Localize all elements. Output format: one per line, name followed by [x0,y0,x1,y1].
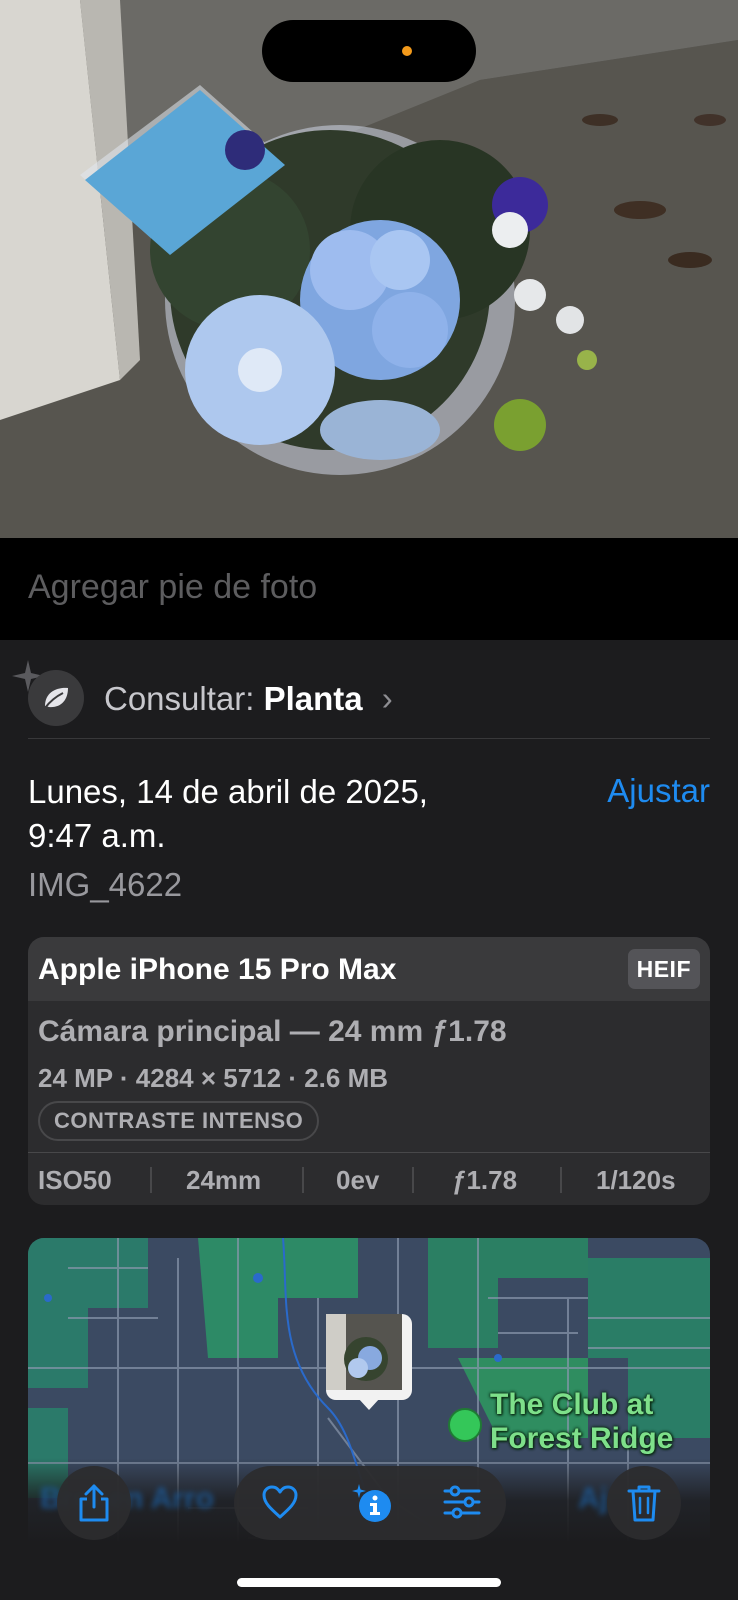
info-icon [352,1484,391,1522]
caption-input[interactable]: Agregar pie de foto [28,568,317,607]
photo-location-pin[interactable] [326,1314,412,1400]
share-button[interactable] [57,1466,131,1540]
privacy-indicator-dot [402,46,412,56]
map-label-blurred: Aj [578,1482,608,1515]
lookup-prefix: Consultar: [104,680,255,717]
delete-button[interactable] [607,1466,681,1540]
favorite-button[interactable] [242,1466,316,1540]
camera-info-card: Apple iPhone 15 Pro Max HEIF Cámara prin… [28,937,710,1205]
datetime-line2: 9:47 a.m. [28,817,166,854]
divider [302,1167,304,1193]
divider [560,1167,562,1193]
photo-datetime: Lunes, 14 de abril de 2025, 9:47 a.m. [28,770,508,858]
poi-label-line1: The Club at [490,1388,654,1421]
divider [412,1167,414,1193]
image-specs: 24 MP · 4284 × 5712 · 2.6 MB [38,1063,388,1093]
photo-view[interactable] [0,0,738,538]
exif-row: ISO50 24mm 0ev ƒ1.78 1/120s [28,1153,710,1205]
poi-label[interactable]: The Club at Forest Ridge [490,1388,673,1456]
exif-exposure: 0ev [336,1165,380,1195]
heart-icon [262,1485,298,1519]
dynamic-island [262,20,476,82]
share-icon [79,1484,109,1522]
visual-lookup-row[interactable]: Consultar: Planta › [12,660,710,726]
photographic-style-badge: CONTRASTE INTENSO [38,1101,320,1141]
trash-icon [627,1485,661,1522]
divider [28,738,710,739]
exif-aperture: ƒ1.78 [452,1165,518,1195]
home-indicator[interactable] [237,1578,501,1587]
camera-card-header: Apple iPhone 15 Pro Max HEIF [28,937,710,1001]
info-panel: Consultar: Planta › Lunes, 14 de abril d… [0,640,738,1600]
filename: IMG_4622 [28,866,183,903]
leaf-icon [28,670,84,726]
exif-shutter: 1/120s [596,1165,676,1195]
adjust-icon [443,1485,481,1519]
lookup-subject: Planta [263,680,363,717]
format-badge: HEIF [627,949,700,989]
adjust-datetime-button[interactable]: Ajustar [607,772,710,810]
exif-iso: ISO50 [38,1165,112,1195]
exif-focal-length: 24mm [186,1165,262,1195]
edit-button[interactable] [424,1466,498,1540]
lens-info: Cámara principal — 24 mm ƒ1.78 [38,1015,507,1048]
pin-pointer [358,1398,380,1410]
golf-icon [448,1408,482,1442]
lookup-label[interactable]: Consultar: Planta › [104,680,393,718]
caption-bar[interactable]: Agregar pie de foto [0,538,738,640]
action-pill [234,1466,506,1540]
device-name: Apple iPhone 15 Pro Max [38,953,397,986]
photo-thumbnail [326,1314,402,1390]
chevron-right-icon: › [381,680,393,717]
divider [150,1167,152,1193]
info-button[interactable] [333,1466,407,1540]
datetime-line1: Lunes, 14 de abril de 2025, [28,773,428,810]
poi-label-line2: Forest Ridge [490,1422,674,1455]
